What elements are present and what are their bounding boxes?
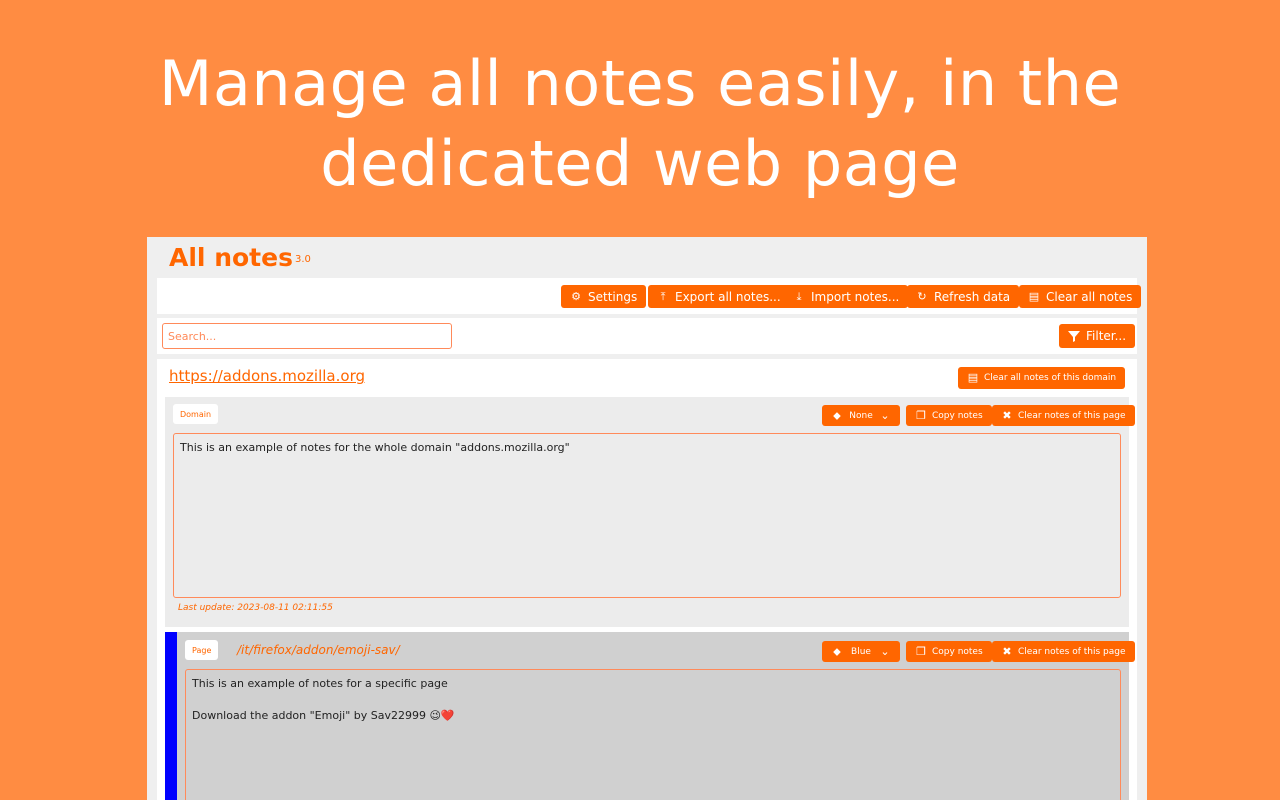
page-note: Page /it/firefox/addon/emoji-sav/ ⬥ Blue… [165,632,1135,800]
clear-page-notes-button[interactable]: ✖ Clear notes of this page [992,405,1135,426]
color-select[interactable]: ⬥ Blue ⌄ [822,641,900,662]
refresh-label: Refresh data [934,289,1011,304]
app-title-text: All notes [169,243,293,272]
color-select[interactable]: ⬥ None ⌄ [822,405,900,426]
chevron-down-icon: ⌄ [880,408,890,422]
clear-all-label: Clear all notes [1046,289,1133,304]
tag-icon: ⬥ [833,408,841,422]
chevron-down-icon: ⌄ [880,644,890,658]
all-notes-app: All notes 3.0 ⚙ Settings ⤒ Export all not… [147,237,1147,800]
note-text-line-1: This is an example of notes for a specif… [192,677,448,690]
clear-page-notes-button[interactable]: ✖ Clear notes of this page [992,641,1135,662]
export-button[interactable]: ⤒ Export all notes... [648,285,790,308]
close-icon: ✖ [1002,408,1012,422]
file-clear-icon: ▤ [967,371,979,384]
headline-line-1: Manage all notes easily, in the [158,47,1122,120]
import-label: Import notes... [811,289,900,304]
note-text: This is an example of notes for the whol… [180,441,570,454]
headline-line-2: dedicated web page [320,127,960,200]
file-clear-icon: ▤ [1028,289,1040,303]
clear-page-notes-label: Clear notes of this page [1018,410,1126,421]
export-icon: ⤒ [660,289,666,303]
refresh-icon: ↻ [917,289,927,303]
tag-icon: ⬥ [833,644,841,658]
note-textarea[interactable]: This is an example of notes for a specif… [185,669,1121,800]
domain-link[interactable]: https://addons.mozilla.org [169,367,365,385]
note-color-bar [165,632,177,800]
domain-section: https://addons.mozilla.org ▤ Clear all n… [157,359,1137,800]
search-bar: Filter... [157,318,1137,354]
filter-icon [1068,330,1080,342]
copy-icon: ❐ [916,408,926,422]
copy-icon: ❐ [916,644,926,658]
color-select-value: Blue [851,646,871,657]
page-path-link[interactable]: /it/firefox/addon/emoji-sav/ [237,643,400,657]
clear-page-notes-label: Clear notes of this page [1018,646,1126,657]
toolbar: ⚙ Settings ⤒ Export all notes... ⤓ Impor… [157,278,1142,314]
note-textarea[interactable]: This is an example of notes for the whol… [173,433,1121,598]
copy-notes-button[interactable]: ❐ Copy notes [906,405,992,426]
copy-notes-button[interactable]: ❐ Copy notes [906,641,992,662]
copy-notes-label: Copy notes [932,646,983,657]
clear-all-notes-button[interactable]: ▤ Clear all notes [1019,285,1142,308]
export-label: Export all notes... [675,289,781,304]
settings-label: Settings [588,289,638,304]
app-version: 3.0 [294,254,311,265]
copy-notes-label: Copy notes [932,410,983,421]
settings-button[interactable]: ⚙ Settings [561,285,647,308]
domain-note: Domain ⬥ None ⌄ ❐ Copy notes ✖ Clear not… [165,397,1135,627]
last-update: Last update: 2023-08-11 02:11:55 [178,603,333,613]
clear-domain-label: Clear all notes of this domain [984,373,1117,383]
import-button[interactable]: ⤓ Import notes... [784,285,909,308]
close-icon: ✖ [1002,644,1012,658]
filter-label: Filter... [1086,329,1127,343]
color-select-value: None [849,410,873,421]
import-icon: ⤓ [796,289,802,303]
note-type-tag: Domain [173,404,219,424]
app-title: All notes 3.0 [169,241,311,275]
headline: Manage all notes easily, in the dedicate… [0,44,1280,204]
gear-icon: ⚙ [571,289,581,303]
refresh-button[interactable]: ↻ Refresh data [907,285,1020,308]
clear-domain-notes-button[interactable]: ▤ Clear all notes of this domain [958,367,1126,389]
filter-button[interactable]: Filter... [1059,324,1136,348]
note-text-line-2: Download the addon "Emoji" by Sav22999 😉… [192,709,455,722]
note-type-tag: Page [185,640,219,660]
search-input[interactable] [162,323,452,349]
